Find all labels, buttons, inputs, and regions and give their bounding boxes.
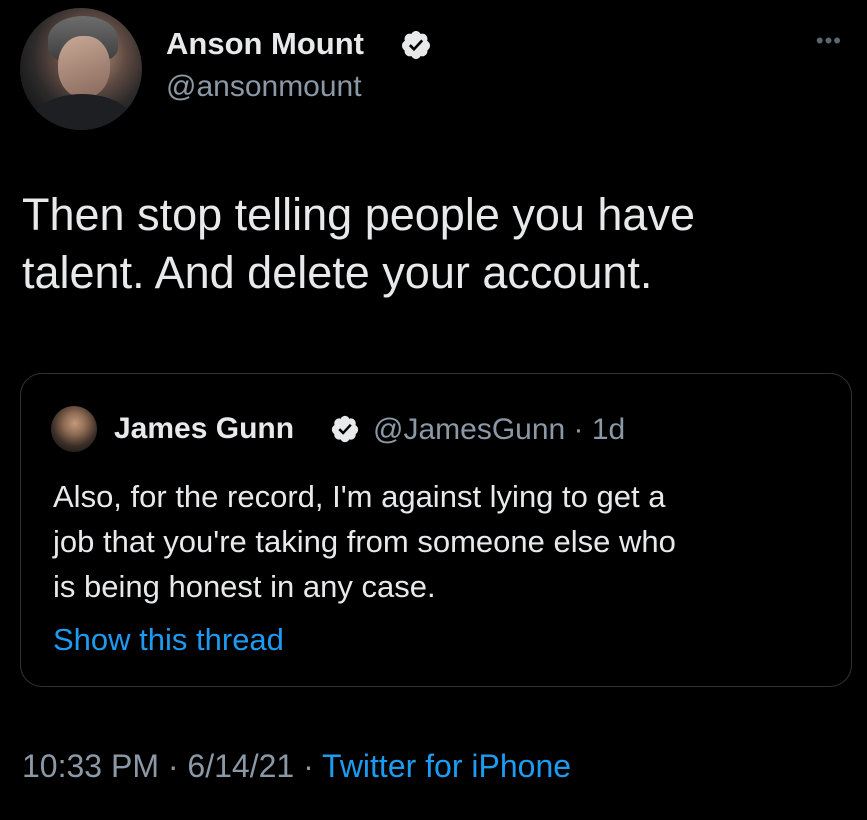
author-avatar[interactable] <box>20 8 142 130</box>
show-thread-link[interactable]: Show this thread <box>53 622 284 658</box>
quoted-tweet-card[interactable]: James Gunn @JamesGunn · 1d Also, for the… <box>20 373 852 687</box>
tweet-body-text: Then stop telling people you have talent… <box>22 189 695 298</box>
author-display-name[interactable]: Anson Mount <box>166 26 364 62</box>
quoted-author-display-name[interactable]: James Gunn <box>114 412 294 446</box>
quoted-author-handle-time[interactable]: @JamesGunn · 1d <box>373 413 625 447</box>
quoted-author-avatar[interactable] <box>51 406 97 452</box>
tweet-timestamp[interactable]: 10:33 PM · 6/14/21 · <box>22 748 322 784</box>
quoted-verified-badge-icon <box>331 415 359 443</box>
avatar-face-shape <box>58 36 110 98</box>
avatar-jacket-shape <box>30 94 134 130</box>
more-horizontal-icon[interactable]: ••• <box>816 28 842 54</box>
tweet-detail-view: Anson Mount @ansonmount ••• Then stop te… <box>0 0 867 820</box>
author-handle[interactable]: @ansonmount <box>166 70 362 104</box>
tweet-author-header: Anson Mount @ansonmount ••• <box>20 8 850 130</box>
verified-badge-icon <box>401 31 430 59</box>
tweet-source-link[interactable]: Twitter for iPhone <box>322 748 571 784</box>
tweet-meta: 10:33 PM · 6/14/21 · Twitter for iPhone <box>22 748 571 785</box>
quoted-tweet-text: Also, for the record, I'm against lying … <box>53 479 676 604</box>
